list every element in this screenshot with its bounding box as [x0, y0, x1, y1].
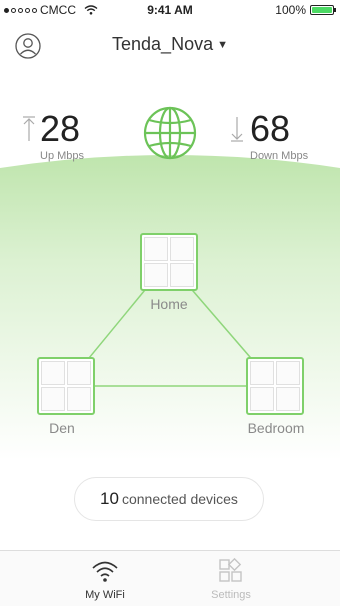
node-label-home: Home	[150, 296, 188, 312]
tab-settings[interactable]: Settings	[146, 551, 316, 607]
mesh-node-bedroom[interactable]	[246, 357, 304, 415]
node-label-bedroom: Bedroom	[247, 420, 305, 436]
wifi-icon	[92, 561, 118, 582]
node-label-den: Den	[49, 420, 75, 436]
connected-label: connected devices	[121, 491, 238, 507]
mesh-node-den[interactable]	[37, 357, 95, 415]
tab-bar: My WiFi Settings	[0, 550, 340, 606]
tab-label-settings: Settings	[211, 589, 251, 601]
settings-grid-icon	[219, 557, 242, 582]
connected-devices-button[interactable]: 10 connected devices	[74, 477, 264, 521]
mesh-node-home[interactable]	[140, 233, 198, 291]
connected-count: 10	[100, 489, 119, 508]
